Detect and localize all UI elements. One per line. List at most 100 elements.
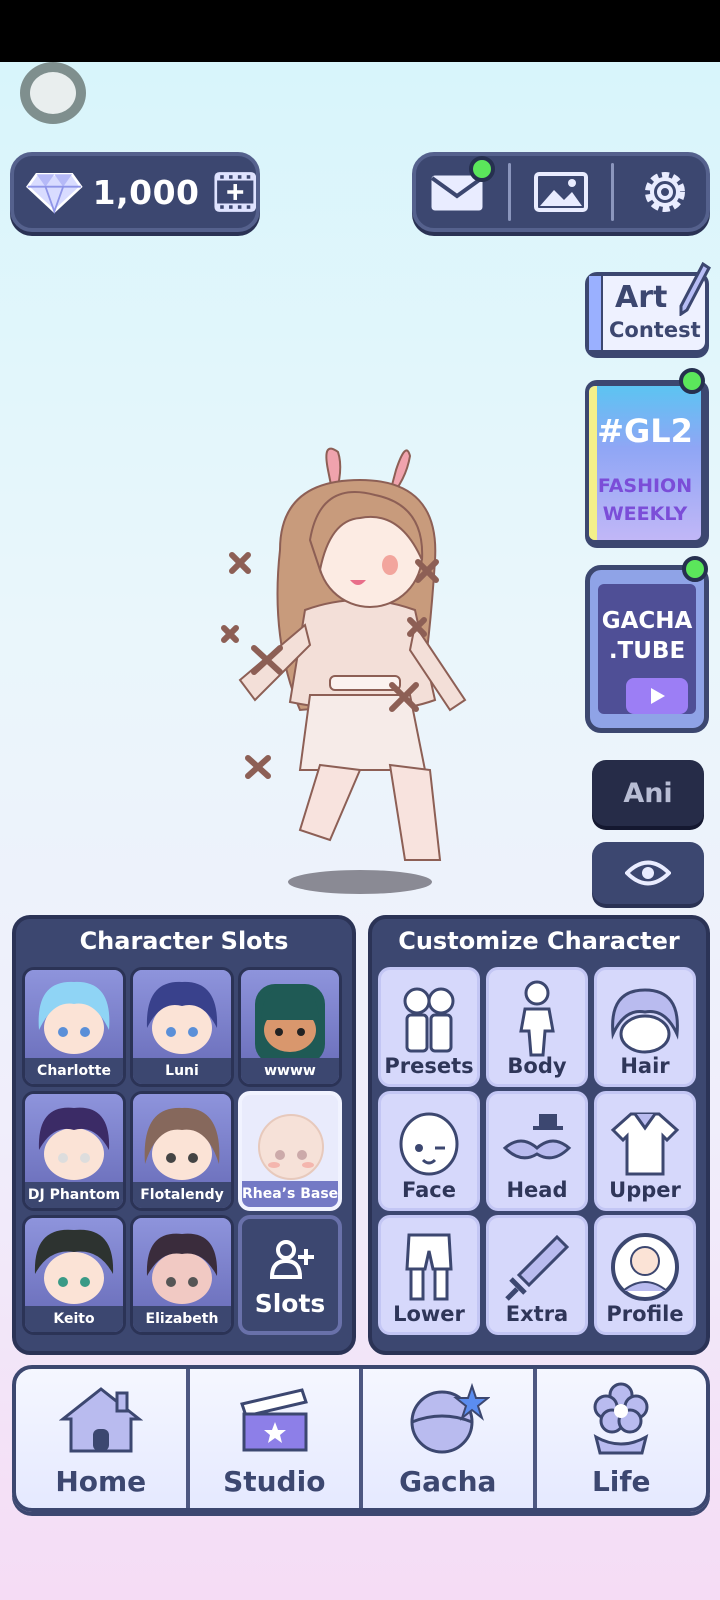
- gallery-button[interactable]: [529, 164, 593, 220]
- face-label: Face: [402, 1178, 456, 1202]
- head-accessory-icon: [502, 1114, 572, 1160]
- slot-charlotte[interactable]: Charlotte: [22, 967, 126, 1087]
- face-button[interactable]: Face: [378, 1091, 480, 1211]
- slot-dj-phantom[interactable]: DJ Phantom: [22, 1091, 126, 1211]
- fashion-weekly-button[interactable]: #GL2 FASHION WEEKLY: [585, 368, 709, 548]
- top-icon-bar: [412, 152, 710, 232]
- face-icon: [399, 1112, 459, 1176]
- slot-luni[interactable]: Luni: [130, 967, 234, 1087]
- notification-dot: [682, 556, 708, 582]
- slot-flotalendy[interactable]: Flotalendy: [130, 1091, 234, 1211]
- avatar-keito: [34, 1229, 114, 1304]
- settings-button[interactable]: [633, 164, 697, 220]
- gacha-tube-button[interactable]: GACHA .TUBE: [585, 556, 709, 733]
- slot-name: DJ Phantom: [25, 1182, 123, 1208]
- slot-elizabeth[interactable]: Elizabeth: [130, 1215, 234, 1335]
- presets-label: Presets: [384, 1054, 474, 1078]
- profile-label: Profile: [606, 1302, 684, 1326]
- pants-icon: [405, 1233, 453, 1301]
- slot-name: Keito: [25, 1306, 123, 1332]
- lower-button[interactable]: Lower: [378, 1215, 480, 1335]
- character-avatar: [242, 1095, 338, 1189]
- profile-button[interactable]: Profile: [594, 1215, 696, 1335]
- shirt-icon: [610, 1112, 680, 1176]
- add-currency-icon[interactable]: [213, 169, 256, 215]
- avatar-wwww: [255, 984, 325, 1064]
- shadow: [288, 870, 432, 894]
- profile-icon: [611, 1233, 679, 1301]
- character-avatar: [25, 1218, 123, 1312]
- status-bar: [0, 0, 720, 62]
- play-icon: [626, 678, 688, 714]
- avatar-flotalendy: [144, 1107, 220, 1180]
- house-icon: [58, 1387, 143, 1453]
- weekly-text: WEEKLY: [602, 503, 688, 525]
- divider: [507, 163, 511, 221]
- extra-label: Extra: [505, 1302, 569, 1326]
- nav-life[interactable]: Life: [532, 1369, 707, 1508]
- image-icon: [533, 172, 588, 212]
- gl2-title: #GL2: [597, 412, 693, 450]
- flower-icon: [593, 1382, 649, 1455]
- presets-icon: [403, 987, 455, 1053]
- head-label: Head: [506, 1178, 568, 1202]
- diamond-icon: [26, 172, 83, 215]
- notification-dot: [469, 156, 496, 182]
- lower-label: Lower: [393, 1302, 465, 1326]
- character-avatar: [241, 970, 339, 1064]
- avatar-dj-phantom: [38, 1107, 110, 1180]
- belt: [329, 675, 401, 691]
- slot-name: Charlotte: [25, 1058, 123, 1084]
- nav-home-label: Home: [55, 1465, 147, 1498]
- gacha-text: GACHA: [601, 608, 693, 634]
- nav-studio[interactable]: Studio: [185, 1369, 360, 1508]
- extra-button[interactable]: Extra: [486, 1215, 588, 1335]
- art-contest-line1: Art: [615, 280, 668, 315]
- character-avatar: [25, 970, 123, 1064]
- hair-button[interactable]: Hair: [594, 967, 696, 1087]
- nav-gacha[interactable]: Gacha: [359, 1369, 533, 1508]
- divider: [611, 163, 615, 221]
- slot-keito[interactable]: Keito: [22, 1215, 126, 1335]
- slot-wwww[interactable]: wwww: [238, 967, 342, 1087]
- bottom-nav: Home Studio Gacha Life: [12, 1365, 710, 1512]
- art-contest-button[interactable]: Art Contest: [585, 262, 711, 354]
- leg-left: [298, 763, 362, 842]
- slot-name: Rhea’s Base: [242, 1181, 338, 1207]
- visibility-button[interactable]: [592, 842, 704, 904]
- sword-icon: [505, 1234, 570, 1301]
- currency-bar: 1,000: [10, 152, 260, 232]
- nav-studio-label: Studio: [223, 1465, 326, 1498]
- character-preview[interactable]: [210, 440, 510, 910]
- fashion-text: FASHION: [597, 475, 693, 497]
- nav-gacha-label: Gacha: [399, 1465, 497, 1498]
- skirt: [298, 694, 427, 771]
- art-contest-line2: Contest: [609, 318, 701, 342]
- upper-button[interactable]: Upper: [594, 1091, 696, 1211]
- head-button[interactable]: Head: [486, 1091, 588, 1211]
- character-slots-title: Character Slots: [79, 927, 289, 955]
- body-label: Body: [507, 1054, 567, 1078]
- notebook-spine: [589, 276, 603, 350]
- body-button[interactable]: Body: [486, 967, 588, 1087]
- back-circle-button[interactable]: [20, 62, 86, 124]
- avatar-elizabeth: [146, 1233, 218, 1304]
- slot-name: wwww: [241, 1058, 339, 1084]
- avatar-rheas-base: [258, 1114, 324, 1180]
- add-slots-button[interactable]: Slots: [238, 1215, 342, 1335]
- tablet-screen: GACHA .TUBE: [598, 584, 696, 714]
- nav-home[interactable]: Home: [16, 1369, 186, 1508]
- slot-rheas-base[interactable]: Rhea’s Base: [238, 1091, 342, 1211]
- character-slots-panel: Character Slots Charlotte Luni wwww DJ P…: [12, 915, 356, 1355]
- eye-icon: [625, 860, 671, 886]
- mail-button[interactable]: [425, 156, 496, 220]
- gacha-ball-icon: [410, 1382, 490, 1454]
- presets-button[interactable]: Presets: [378, 967, 480, 1087]
- character-avatar: [133, 1094, 231, 1188]
- eye: [382, 555, 398, 575]
- gacha-tube-title: GACHA .TUBE: [598, 606, 696, 666]
- animation-button[interactable]: Ani: [592, 760, 704, 826]
- customize-character-title: Customize Character: [398, 927, 680, 955]
- avatar-charlotte: [38, 981, 110, 1054]
- character-avatar: [25, 1094, 123, 1188]
